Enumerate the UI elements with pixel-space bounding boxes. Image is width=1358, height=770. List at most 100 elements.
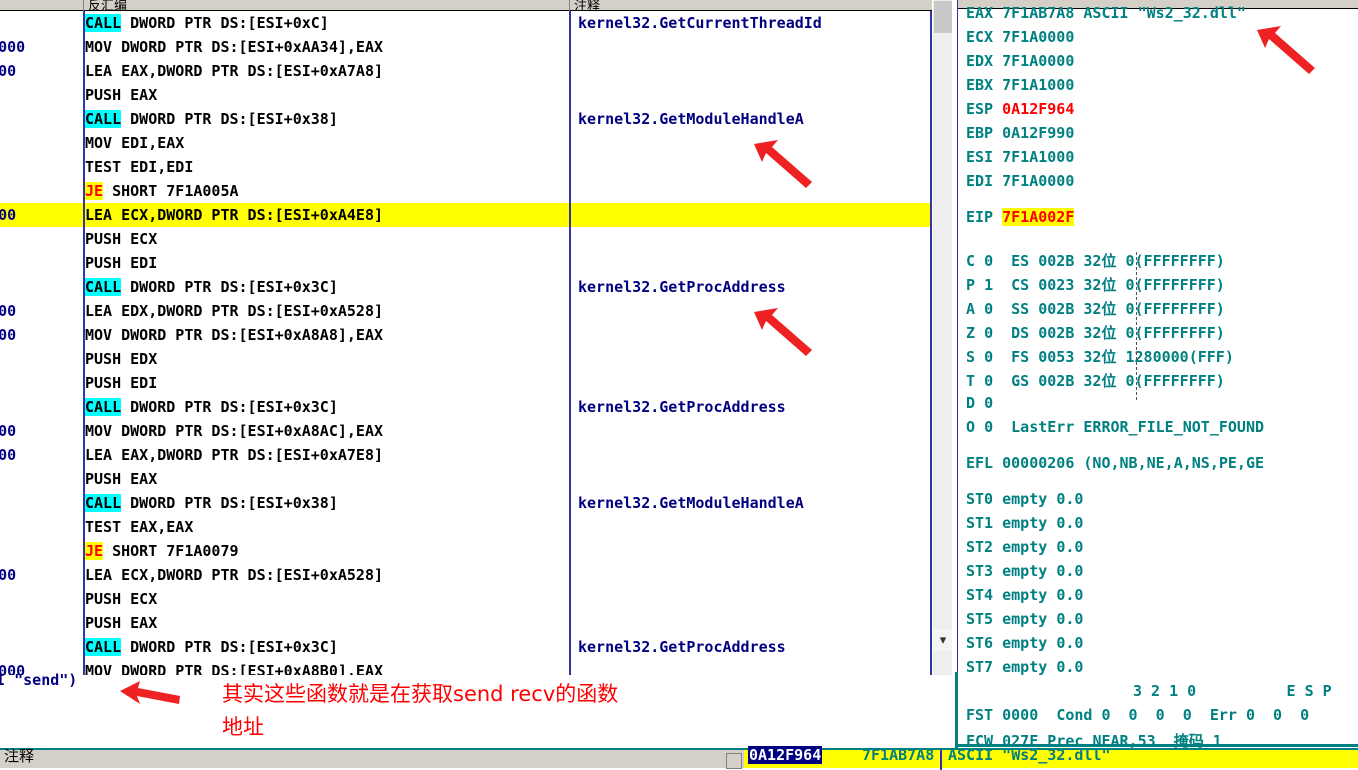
fpu-register-row[interactable]: ST6 empty 0.0 <box>966 634 1083 652</box>
register-row[interactable]: EAX 7F1AB7A8 ASCII "Ws2_32.dll" <box>966 4 1246 22</box>
disassembly-row[interactable]: TEST EDI,EDI <box>0 155 930 179</box>
flag-row[interactable]: T 0 GS 002B 32位 0(FFFFFFFF) <box>966 370 1225 391</box>
instruction-comment: kernel32.GetModuleHandleA <box>578 110 804 128</box>
cond-bits: 0 0 0 0 <box>1101 706 1192 724</box>
register-row[interactable]: EDI 7F1A0000 <box>966 172 1074 190</box>
disassembly-row[interactable]: JE SHORT 7F1A005A <box>0 179 930 203</box>
register-name: EBP <box>966 124 994 142</box>
column-divider-bytes <box>83 11 85 675</box>
register-value: 0A12F990 <box>1002 124 1075 142</box>
segment-selector: 0023 <box>1038 276 1075 294</box>
register-row[interactable]: ESI 7F1A1000 <box>966 148 1074 166</box>
fpu-register-row[interactable]: ST3 empty 0.0 <box>966 562 1083 580</box>
disassembly-row[interactable]: CALL DWORD PTR DS:[ESI+0x38] kernel32.Get… <box>0 107 930 131</box>
disassembly-row[interactable]: PUSH EAX <box>0 467 930 491</box>
disassembly-row[interactable]: CALL DWORD PTR DS:[ESI+0x38] kernel32.Get… <box>0 491 930 515</box>
dump-pane-header[interactable]: 注释 <box>0 747 744 769</box>
disassembly-row[interactable]: PUSH ECX <box>0 587 930 611</box>
register-row[interactable]: EBX 7F1A1000 <box>966 76 1074 94</box>
flag-row[interactable]: C 0 ES 002B 32位 0(FFFFFFFF) <box>966 250 1225 271</box>
fst-row[interactable]: FST 0000 Cond 0 0 0 0 Err 0 0 0 <box>966 706 1318 724</box>
segment-selector: 0053 <box>1038 348 1075 366</box>
disassembly-row[interactable]: A80000 MOV DWORD PTR DS:[ESI+0xA8AC],EAX <box>0 419 930 443</box>
fpu-register-row[interactable]: ST7 empty 0.0 <box>966 658 1083 676</box>
flag-name: O <box>966 418 976 436</box>
disassembly-column-header[interactable]: 反汇编 注释 <box>0 0 952 14</box>
segment-selector: 002B <box>1038 324 1075 342</box>
flag-row[interactable]: D 0 <box>966 394 993 412</box>
register-row[interactable]: ECX 7F1A0000 <box>966 28 1074 46</box>
register-row-eip[interactable]: EIP 7F1A002F <box>966 208 1075 226</box>
mnemonic-highlight: CALL <box>85 398 122 416</box>
fpu-register-row[interactable]: ST1 empty 0.0 <box>966 514 1083 532</box>
disassembly-row[interactable]: PUSH EDI <box>0 371 930 395</box>
disassembly-rows[interactable]: CALL DWORD PTR DS:[ESI+0xC] kernel32.GetC… <box>0 11 930 675</box>
mnemonic-highlight: JE <box>85 182 104 200</box>
disassembly-row[interactable]: JE SHORT 7F1A0079 <box>0 539 930 563</box>
disassembly-scrollbar[interactable]: ▾ <box>932 0 952 675</box>
disassembly-row[interactable]: A40000 LEA ECX,DWORD PTR DS:[ESI+0xA4E8] <box>0 203 930 227</box>
flag-row[interactable]: A 0 SS 002B 32位 0(FFFFFFFF) <box>966 298 1225 319</box>
fpu-register-value: 0.0 <box>1056 586 1084 604</box>
mnemonic-highlight: JE <box>85 542 104 560</box>
disassembly-row[interactable]: CALL DWORD PTR DS:[ESI+0xC] kernel32.GetC… <box>0 11 930 35</box>
disassembly-row[interactable]: PUSH ECX <box>0 227 930 251</box>
dump-pane-label: 注释 <box>4 747 35 765</box>
header-separator-2[interactable] <box>569 0 570 11</box>
disassembly-row[interactable]: 4AA0000 MOV DWORD PTR DS:[ESI+0xAA34],EAX <box>0 35 930 59</box>
segment-column-splitter[interactable] <box>1136 252 1137 400</box>
instruction-operands: SHORT 7F1A0079 <box>103 542 239 560</box>
disassembly-row[interactable]: CALL DWORD PTR DS:[ESI+0x3C] kernel32.Get… <box>0 395 930 419</box>
flag-row[interactable]: P 1 CS 0023 32位 0(FFFFFFFF) <box>966 274 1225 295</box>
register-row[interactable]: EDX 7F1A0000 <box>966 52 1074 70</box>
disassembly-row[interactable]: A70000 LEA EAX,DWORD PTR DS:[ESI+0xA7A8] <box>0 59 930 83</box>
instruction-text: PUSH EDX <box>85 350 158 368</box>
disassembly-row[interactable]: PUSH EDX <box>0 347 930 371</box>
stack-pane-row[interactable]: 0A12F964 7F1AB7A8 ASCII "Ws2_32.dll" <box>744 746 1358 770</box>
disassembly-row[interactable]: PUSH EDI <box>0 251 930 275</box>
fpu-register-row[interactable]: ST2 empty 0.0 <box>966 538 1083 556</box>
instruction-text: CALL DWORD PTR DS:[ESI+0x3C] <box>85 275 338 299</box>
disassembly-row[interactable]: A50000 LEA EDX,DWORD PTR DS:[ESI+0xA528] <box>0 299 930 323</box>
fpu-register-row[interactable]: ST5 empty 0.0 <box>966 610 1083 628</box>
disassembly-row[interactable]: TEST EAX,EAX <box>0 515 930 539</box>
scrollbar-thumb[interactable] <box>934 1 952 33</box>
fpu-register-state: empty <box>1002 538 1048 556</box>
register-name: EDX <box>966 52 994 70</box>
fpu-register-row[interactable]: ST0 empty 0.0 <box>966 490 1083 508</box>
flag-row[interactable]: S 0 FS 0053 32位 1280000(FFF) <box>966 346 1234 367</box>
disassembly-row[interactable]: MOV EDI,EAX <box>0 131 930 155</box>
flag-bit: 0 <box>984 300 994 318</box>
dump-pane-button[interactable] <box>726 753 742 769</box>
register-name: ESP <box>966 100 994 118</box>
disassembly-row[interactable]: CALL DWORD PTR DS:[ESI+0x3C] kernel32.Get… <box>0 635 930 659</box>
flag-bit: 0 <box>984 394 994 412</box>
scroll-down-arrow-icon[interactable]: ▾ <box>933 629 952 651</box>
fpu-register-row[interactable]: ST4 empty 0.0 <box>966 586 1083 604</box>
disassembly-row[interactable]: CALL DWORD PTR DS:[ESI+0x3C] kernel32.Get… <box>0 275 930 299</box>
instruction-bytes: A80000 <box>0 326 17 344</box>
instruction-bytes: A40000 <box>0 206 17 224</box>
disassembly-row[interactable]: PUSH EAX <box>0 83 930 107</box>
disassembly-row[interactable]: A70000 LEA EAX,DWORD PTR DS:[ESI+0xA7E8] <box>0 443 930 467</box>
header-separator-1[interactable] <box>83 0 84 11</box>
disassembly-row[interactable]: PUSH EAX <box>0 611 930 635</box>
flag-row[interactable]: Z 0 DS 002B 32位 0(FFFFFFFF) <box>966 322 1225 343</box>
efl-row[interactable]: EFL 00000206 (NO,NB,NE,A,NS,PE,GE <box>966 454 1264 472</box>
instruction-bytes: A50000 <box>0 566 17 584</box>
flag-bit: 1 <box>984 276 994 294</box>
disassembly-row[interactable]: 0A80000MOV DWORD PTR DS:[ESI+0xA8B0],EAX <box>0 659 930 675</box>
instruction-text: CALL DWORD PTR DS:[ESI+0x3C] <box>85 395 338 419</box>
disassembly-row[interactable]: A80000 MOV DWORD PTR DS:[ESI+0xA8A8],EAX <box>0 323 930 347</box>
register-row[interactable]: ESP 0A12F964 <box>966 100 1074 118</box>
disassembly-row[interactable]: A50000 LEA ECX,DWORD PTR DS:[ESI+0xA528] <box>0 563 930 587</box>
fpu-register-state: empty <box>1002 562 1048 580</box>
fpu-register-name: ST0 <box>966 490 994 508</box>
fpu-register-state: empty <box>1002 586 1048 604</box>
cond-label: Cond <box>1056 706 1093 724</box>
instruction-text: MOV DWORD PTR DS:[ESI+0xA8B0],EAX <box>85 662 384 675</box>
instruction-operands: DWORD PTR DS:[ESI+0x38] <box>121 110 338 128</box>
instruction-operands: DWORD PTR DS:[ESI+0x38] <box>121 494 338 512</box>
flag-row[interactable]: O 0 LastErr ERROR_FILE_NOT_FOUND <box>966 418 1264 436</box>
register-row[interactable]: EBP 0A12F990 <box>966 124 1074 142</box>
